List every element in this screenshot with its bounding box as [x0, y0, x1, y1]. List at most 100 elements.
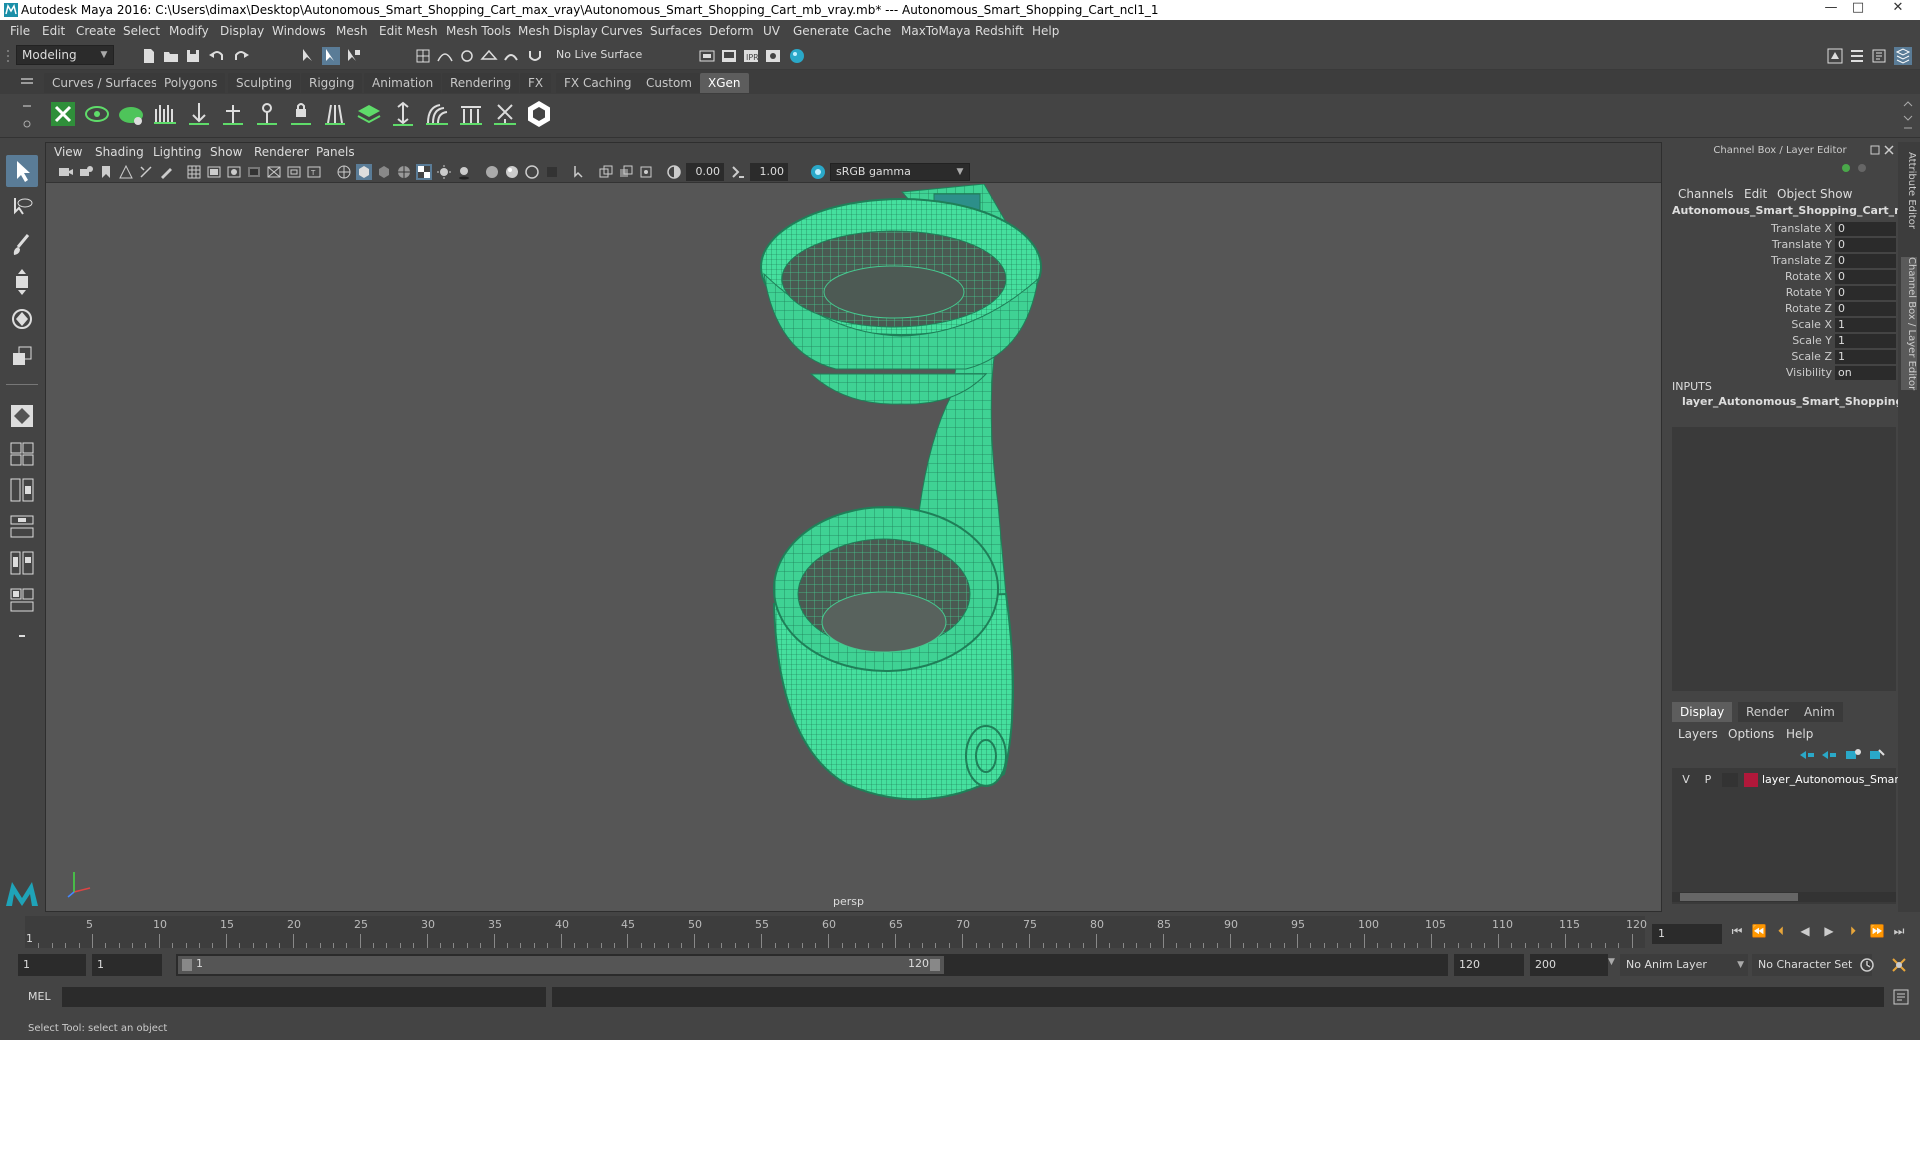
hypershade-icon[interactable]: [788, 47, 806, 65]
range-slider-handle[interactable]: 1 120: [178, 956, 944, 974]
shelf-tab-sculpting[interactable]: Sculpting: [228, 73, 301, 93]
close-panel-icon[interactable]: [1884, 145, 1894, 155]
menu-set-dropdown[interactable]: Modeling ▼: [16, 45, 114, 65]
xray-components-icon[interactable]: [638, 164, 654, 180]
xray-icon[interactable]: [598, 164, 614, 180]
attr-visibility-field[interactable]: on: [1835, 366, 1896, 380]
attribute-editor-icon[interactable]: [1848, 47, 1866, 65]
menu-curves[interactable]: Curves: [601, 20, 643, 42]
maximize-button[interactable]: □: [1845, 1, 1871, 17]
anim-layer-dropdown[interactable]: No Anim Layer ▼: [1620, 954, 1748, 976]
snap-point-icon[interactable]: [458, 47, 476, 65]
shelf-tab-polygons[interactable]: Polygons: [156, 73, 226, 93]
animation-end-field[interactable]: 200: [1530, 954, 1608, 976]
shelf-menu-icon[interactable]: [20, 76, 34, 88]
layer-row[interactable]: V P layer_Autonomous_Smar: [1672, 770, 1899, 790]
go-to-start-button[interactable]: ⏮: [1728, 922, 1746, 940]
menu-mesh-tools[interactable]: Mesh Tools: [446, 20, 511, 42]
gamma-icon[interactable]: [730, 164, 746, 180]
float-panel-icon[interactable]: [1870, 145, 1880, 155]
layer-scroll-thumb[interactable]: [1680, 893, 1798, 901]
quick-layout-four-button[interactable]: [6, 438, 38, 470]
layer-help-menu[interactable]: Help: [1786, 727, 1813, 741]
xgen-editor-icon[interactable]: [48, 99, 78, 129]
shelf-scroll-icon[interactable]: [1902, 98, 1914, 134]
select-camera-icon[interactable]: [58, 164, 74, 180]
attr-rotate-z-field[interactable]: 0: [1835, 302, 1896, 316]
layer-horizontal-scrollbar[interactable]: [1672, 892, 1896, 902]
move-tool-button[interactable]: [6, 266, 38, 298]
2d-pan-zoom-icon[interactable]: [138, 164, 154, 180]
channel-object-menu[interactable]: Object: [1777, 187, 1816, 201]
menu-mesh-display[interactable]: Mesh Display: [518, 20, 598, 42]
menu-surfaces[interactable]: Surfaces: [650, 20, 702, 42]
chevron-down-icon[interactable]: ▼: [1608, 957, 1615, 967]
playback-end-field[interactable]: 120: [1454, 954, 1524, 976]
playback-start-field[interactable]: 1: [92, 954, 162, 976]
go-to-end-button[interactable]: ⏭: [1890, 922, 1908, 940]
render-view-icon[interactable]: [698, 47, 716, 65]
textured-icon[interactable]: [416, 164, 432, 180]
attr-scale-y-field[interactable]: 1: [1835, 334, 1896, 348]
grid-toggle-icon[interactable]: [186, 164, 202, 180]
depth-of-field-icon[interactable]: [544, 164, 560, 180]
menu-file[interactable]: File: [10, 20, 30, 42]
menu-deform[interactable]: Deform: [709, 20, 754, 42]
xgen-cut-icon[interactable]: [456, 99, 486, 129]
layer-color-swatch[interactable]: [1744, 773, 1758, 787]
viewport-menu-view[interactable]: View: [54, 143, 82, 161]
attr-translate-x-field[interactable]: 0: [1835, 222, 1896, 236]
attr-rotate-y-field[interactable]: 0: [1835, 286, 1896, 300]
xgen-normalize-guide-icon[interactable]: [320, 99, 350, 129]
play-forwards-button[interactable]: ▶: [1820, 922, 1838, 940]
grease-pencil-icon[interactable]: [158, 164, 174, 180]
input-node-item[interactable]: layer_Autonomous_Smart_Shopping_...: [1682, 395, 1920, 408]
script-editor-icon[interactable]: [1892, 988, 1910, 1006]
tool-settings-icon[interactable]: [1870, 47, 1888, 65]
play-backwards-button[interactable]: ◀: [1796, 922, 1814, 940]
step-forward-key-button[interactable]: ⏵: [1844, 922, 1862, 940]
shelf-tab-fx-caching[interactable]: FX Caching: [556, 73, 640, 93]
xgen-sculpt-guide-icon[interactable]: [252, 99, 282, 129]
undo-icon[interactable]: [208, 47, 226, 65]
xgen-lock-guide-icon[interactable]: [286, 99, 316, 129]
attr-scale-x-field[interactable]: 1: [1835, 318, 1896, 332]
shelf-tab-rigging[interactable]: Rigging: [301, 73, 363, 93]
channel-show-menu[interactable]: Show: [1820, 187, 1852, 201]
time-slider-ruler[interactable]: 5 10 15 20 25 30 35 40 45 50 55 60 65 70 75 80 85 90 95 100…: [25, 916, 1647, 948]
channel-box-layer-editor-tab[interactable]: Channel Box / Layer Editor: [1901, 257, 1917, 391]
menu-redshift[interactable]: Redshift: [975, 20, 1024, 42]
gate-mask-icon[interactable]: [246, 164, 262, 180]
xgen-bend-icon[interactable]: [422, 99, 452, 129]
select-by-hierarchy-icon[interactable]: [300, 47, 318, 65]
layer-visibility-toggle[interactable]: V: [1678, 772, 1694, 788]
select-by-component-icon[interactable]: [344, 47, 362, 65]
channels-menu[interactable]: Channels: [1678, 187, 1734, 201]
channel-box-options-icon[interactable]: [1840, 160, 1876, 176]
menu-mesh[interactable]: Mesh: [336, 20, 368, 42]
viewport-menu-panels[interactable]: Panels: [316, 143, 355, 161]
viewport-menu-renderer[interactable]: Renderer: [254, 143, 309, 161]
film-gate-icon[interactable]: [206, 164, 222, 180]
xgen-preview-icon[interactable]: [82, 99, 112, 129]
safe-action-icon[interactable]: [286, 164, 302, 180]
shelf-options-icon[interactable]: [20, 98, 34, 132]
lasso-tool-button[interactable]: [6, 192, 38, 224]
shelf-tab-custom[interactable]: Custom: [638, 73, 700, 93]
field-chart-icon[interactable]: [266, 164, 282, 180]
save-scene-icon[interactable]: [184, 47, 202, 65]
screen-space-ao-icon[interactable]: [484, 164, 500, 180]
layer-display-type[interactable]: [1722, 773, 1738, 787]
xgen-groom-icon[interactable]: [150, 99, 180, 129]
menu-cache[interactable]: Cache: [854, 20, 891, 42]
camera-attributes-icon[interactable]: [78, 164, 94, 180]
xgen-place-guide-icon[interactable]: [184, 99, 214, 129]
color-management-icon[interactable]: [810, 164, 826, 180]
menu-create[interactable]: Create: [76, 20, 116, 42]
channel-edit-menu[interactable]: Edit: [1744, 187, 1767, 201]
render-frame-icon[interactable]: [720, 47, 738, 65]
new-layer-icon[interactable]: [1844, 748, 1862, 762]
use-all-lights-icon[interactable]: [436, 164, 452, 180]
layer-tab-render[interactable]: Render: [1738, 702, 1797, 722]
range-end-grip[interactable]: [930, 959, 940, 971]
